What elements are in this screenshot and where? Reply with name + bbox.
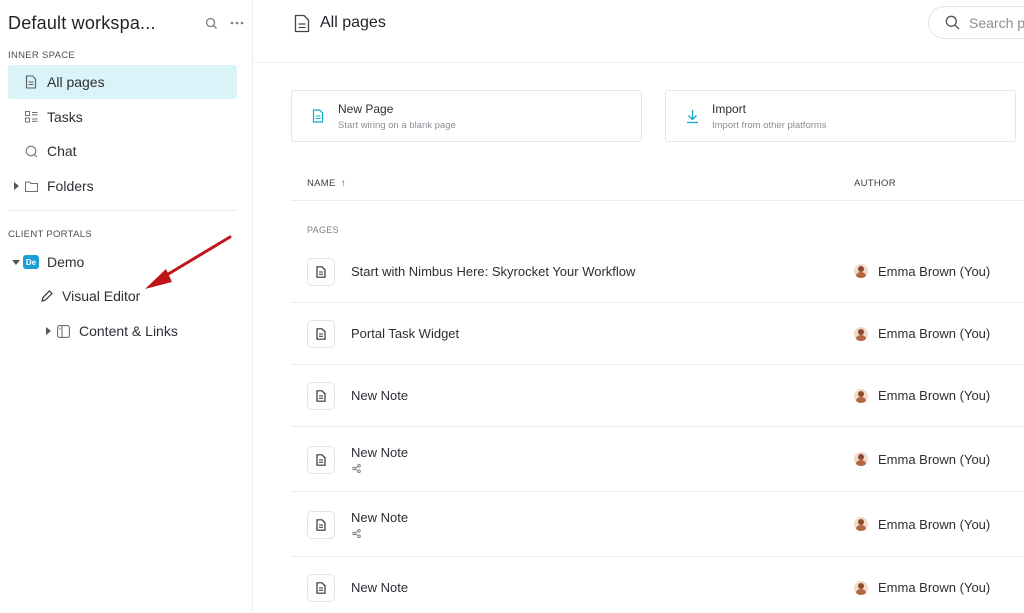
page-doc-icon — [307, 382, 335, 410]
author-cell: Emma Brown (You) — [854, 326, 990, 341]
card-subtitle: Start wiring on a blank page — [338, 119, 456, 131]
page-name[interactable]: Start with Nimbus Here: Skyrocket Your W… — [351, 264, 635, 279]
tasks-icon — [23, 109, 39, 125]
sidebar: Default workspa... INNER SPACE All pages… — [0, 0, 253, 613]
author-name: Emma Brown (You) — [878, 451, 991, 467]
page-name[interactable]: New Note — [351, 580, 408, 595]
workspace-header[interactable]: Default workspa... — [8, 10, 244, 36]
shared-icon — [352, 528, 361, 538]
more-options-icon[interactable] — [230, 21, 244, 25]
table-row[interactable]: New Note Emma Brown (You) — [291, 557, 1024, 613]
page-name[interactable]: New Note — [351, 388, 408, 403]
sidebar-item-label: Folders — [47, 178, 94, 194]
sidebar-item-content-links[interactable]: Content & Links — [40, 314, 237, 348]
card-title: New Page — [338, 101, 394, 116]
page-name[interactable]: New Note — [351, 510, 408, 525]
author-cell: Emma Brown (You) — [854, 517, 990, 532]
sidebar-item-label: Tasks — [47, 109, 83, 125]
table-row[interactable]: New Note Emma Brown (You) — [291, 427, 1024, 492]
main-content: All pages Search p New Page Start wiring… — [254, 0, 1024, 613]
author-name: Emma Brown (You) — [878, 516, 991, 532]
page-name[interactable]: New Note — [351, 445, 408, 460]
chat-icon — [23, 143, 39, 159]
document-icon — [23, 74, 39, 90]
table-header-divider — [291, 200, 1024, 201]
top-bar: All pages Search p — [254, 0, 1024, 63]
author-cell: Emma Brown (You) — [854, 388, 990, 403]
page-header: All pages — [294, 11, 386, 35]
author-name: Emma Brown (You) — [878, 326, 991, 341]
sidebar-divider — [8, 210, 237, 211]
column-header-author[interactable]: AUTHOR — [854, 178, 896, 189]
search-placeholder: Search p — [969, 14, 1024, 31]
sidebar-item-demo-portal[interactable]: De Demo — [8, 245, 237, 279]
column-name-label: NAME — [307, 178, 336, 189]
author-name: Emma Brown (You) — [878, 580, 991, 595]
card-title: Import — [712, 101, 747, 116]
caret-right-icon[interactable] — [44, 327, 52, 335]
download-icon — [682, 109, 702, 124]
page-title: All pages — [320, 14, 386, 31]
sidebar-item-tasks[interactable]: Tasks — [8, 100, 237, 134]
pages-group-label: PAGES — [307, 225, 339, 235]
pencil-icon — [38, 288, 54, 304]
sort-arrow-icon[interactable]: ↑ — [341, 178, 346, 189]
sidebar-item-label: Chat — [47, 143, 77, 159]
search-icon — [945, 15, 960, 30]
portal-badge: De — [23, 255, 39, 269]
page-doc-icon — [307, 574, 335, 602]
author-cell: Emma Brown (You) — [854, 452, 990, 467]
column-author-label: AUTHOR — [854, 178, 896, 189]
author-cell: Emma Brown (You) — [854, 580, 990, 595]
inner-space-label: INNER SPACE — [8, 50, 75, 61]
avatar — [854, 452, 868, 466]
sidebar-item-label: Content & Links — [79, 323, 178, 339]
sidebar-item-visual-editor[interactable]: Visual Editor — [24, 279, 237, 313]
column-header-name[interactable]: NAME ↑ — [307, 178, 346, 189]
workspace-title[interactable]: Default workspa... — [8, 13, 205, 34]
avatar — [854, 517, 868, 531]
table-row[interactable]: Start with Nimbus Here: Skyrocket Your W… — [291, 240, 1024, 303]
caret-down-icon[interactable] — [12, 259, 20, 265]
sidebar-item-chat[interactable]: Chat — [8, 134, 237, 168]
avatar — [854, 264, 868, 278]
folder-icon — [23, 178, 39, 194]
page-doc-icon — [307, 257, 335, 286]
card-subtitle: Import from other platforms — [712, 119, 827, 131]
author-name: Emma Brown (You) — [878, 263, 991, 279]
page-doc-icon — [307, 510, 335, 539]
page-name[interactable]: Portal Task Widget — [351, 326, 459, 341]
page-doc-icon — [307, 445, 335, 474]
search-input[interactable]: Search p — [928, 6, 1024, 39]
document-icon — [294, 14, 310, 33]
shared-icon — [352, 463, 361, 473]
new-page-icon — [308, 109, 328, 123]
table-row[interactable]: New Note Emma Brown (You) — [291, 492, 1024, 557]
author-name: Emma Brown (You) — [878, 388, 991, 403]
table-row[interactable]: Portal Task Widget Emma Brown (You) — [291, 303, 1024, 365]
caret-right-icon[interactable] — [12, 182, 20, 190]
avatar — [854, 388, 868, 403]
sidebar-item-label: Visual Editor — [62, 288, 141, 304]
page-doc-icon — [307, 320, 335, 348]
sidebar-item-label: All pages — [47, 74, 105, 90]
author-cell: Emma Brown (You) — [854, 264, 990, 279]
sidebar-item-all-pages[interactable]: All pages — [8, 65, 237, 99]
sidebar-item-folders[interactable]: Folders — [8, 169, 237, 203]
client-portals-label: CLIENT PORTALS — [8, 229, 92, 240]
table-row[interactable]: New Note Emma Brown (You) — [291, 365, 1024, 427]
sidebar-item-label: Demo — [47, 254, 85, 270]
layout-icon — [55, 323, 71, 339]
search-icon[interactable] — [205, 17, 218, 30]
new-page-card[interactable]: New Page Start wiring on a blank page — [291, 90, 642, 142]
import-card[interactable]: Import Import from other platforms — [665, 90, 1016, 142]
avatar — [854, 580, 868, 595]
avatar — [854, 326, 868, 341]
